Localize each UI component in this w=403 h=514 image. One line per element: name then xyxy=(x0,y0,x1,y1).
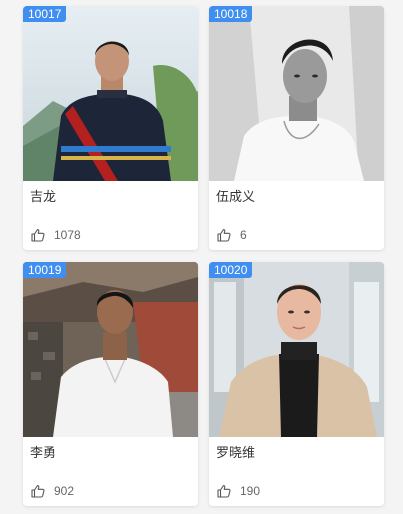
like-button[interactable]: 190 xyxy=(216,482,260,500)
photo-man-black-white xyxy=(209,6,384,181)
profile-card[interactable]: 10019 李勇 902 xyxy=(23,262,198,506)
profile-photo[interactable]: 10017 xyxy=(23,6,198,181)
profile-photo[interactable]: 10019 xyxy=(23,262,198,437)
profile-card[interactable]: 10017 吉龙 1078 xyxy=(23,6,198,250)
like-button[interactable]: 902 xyxy=(30,482,74,500)
photo-man-beige-jacket-window xyxy=(209,262,384,437)
id-badge: 10018 xyxy=(209,6,253,22)
thumbs-up-icon xyxy=(217,228,231,242)
profile-name: 吉龙 xyxy=(30,190,57,205)
thumbs-up-icon xyxy=(217,484,231,498)
id-badge: 10020 xyxy=(209,262,253,278)
photo-man-white-polo-old-wall xyxy=(23,262,198,437)
profile-card[interactable]: 10018 伍成义 6 xyxy=(209,6,384,250)
thumbs-up-icon xyxy=(31,228,45,242)
id-badge: 10017 xyxy=(23,6,67,22)
profile-photo[interactable]: 10018 xyxy=(209,6,384,181)
like-count: 6 xyxy=(240,228,247,242)
profile-name: 罗晓维 xyxy=(216,446,256,461)
like-count: 902 xyxy=(54,484,75,498)
like-button[interactable]: 6 xyxy=(216,226,247,244)
profile-name: 伍成义 xyxy=(216,190,256,205)
profile-card[interactable]: 10020 罗晓维 190 xyxy=(209,262,384,506)
profile-photo[interactable]: 10020 xyxy=(209,262,384,437)
profile-grid: 10017 吉龙 1078 10018 伍成义 6 10019 李勇 902 1… xyxy=(0,0,403,514)
like-count: 190 xyxy=(240,484,261,498)
profile-name: 李勇 xyxy=(30,446,57,461)
thumbs-up-icon xyxy=(31,484,45,498)
like-count: 1078 xyxy=(54,228,81,242)
like-button[interactable]: 1078 xyxy=(30,226,81,244)
id-badge: 10019 xyxy=(23,262,67,278)
photo-mountain-man-traditional-dress xyxy=(23,6,198,181)
